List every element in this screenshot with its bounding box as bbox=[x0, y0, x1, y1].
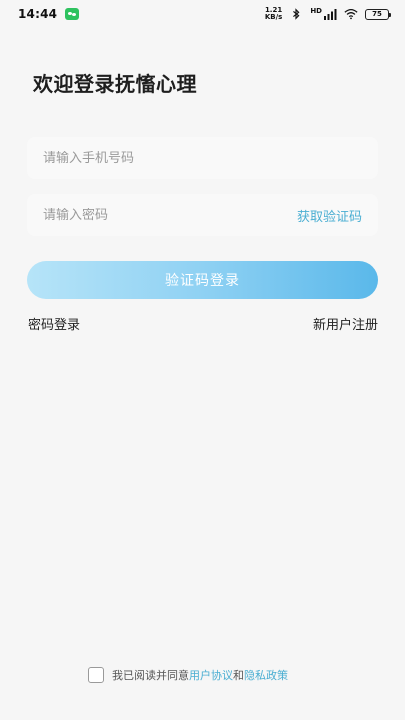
agreement-checkbox[interactable] bbox=[88, 667, 104, 683]
network-speed: 1.21 KB/s bbox=[265, 7, 282, 21]
get-verification-code-button[interactable]: 获取验证码 bbox=[297, 206, 362, 225]
password-input[interactable] bbox=[43, 207, 243, 223]
wechat-notification-icon bbox=[65, 8, 80, 20]
password-login-link[interactable]: 密码登录 bbox=[28, 314, 80, 333]
privacy-policy-link[interactable]: 隐私政策 bbox=[244, 669, 288, 682]
phone-input[interactable] bbox=[43, 150, 243, 166]
status-left: 14:44 bbox=[18, 7, 80, 21]
page-title: 欢迎登录抚慉心理 bbox=[33, 72, 197, 96]
status-time: 14:44 bbox=[18, 7, 58, 21]
user-agreement-link[interactable]: 用户协议 bbox=[189, 669, 233, 682]
network-speed-unit: KB/s bbox=[264, 13, 283, 21]
code-login-button[interactable]: 验证码登录 bbox=[27, 261, 378, 299]
code-field-container: 获取验证码 bbox=[27, 194, 378, 236]
secondary-links: 密码登录 新用户注册 bbox=[28, 314, 378, 333]
register-link[interactable]: 新用户注册 bbox=[313, 314, 378, 333]
login-screen: 14:44 1.21 KB/s HD 75 欢迎登录抚慉心理 请输入手机号码 请… bbox=[0, 0, 405, 720]
agreement-row: 我已阅读并同意用户协议和隐私政策 bbox=[88, 667, 288, 683]
cellular-signal-icon bbox=[324, 9, 337, 20]
agreement-text: 我已阅读并同意用户协议和隐私政策 bbox=[112, 667, 288, 683]
signal-hd-label: HD bbox=[310, 7, 322, 15]
bluetooth-icon bbox=[293, 8, 300, 20]
status-bar: 14:44 1.21 KB/s HD 75 bbox=[0, 0, 405, 28]
wifi-icon bbox=[344, 8, 358, 20]
status-right: 1.21 KB/s HD 75 bbox=[265, 7, 391, 21]
phone-field-container bbox=[27, 137, 378, 179]
agreement-prefix: 我已阅读并同意 bbox=[112, 669, 189, 682]
agreement-and: 和 bbox=[233, 669, 244, 682]
battery-indicator: 75 bbox=[365, 8, 391, 20]
